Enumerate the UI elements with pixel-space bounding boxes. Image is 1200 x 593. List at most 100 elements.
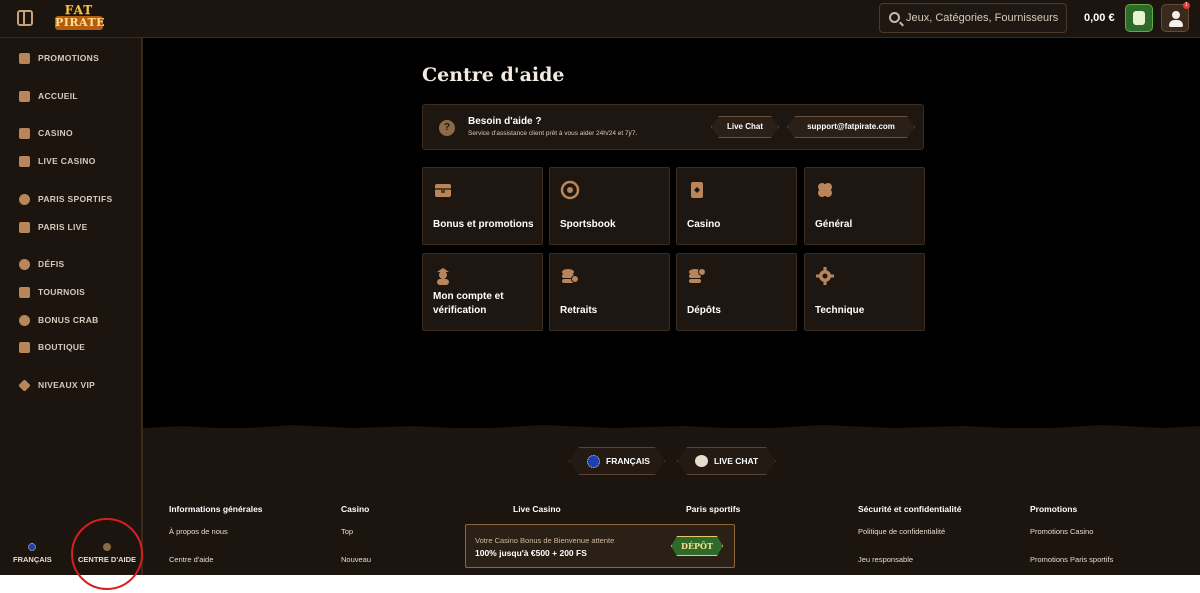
- highlight-circle-annotation: [71, 518, 143, 590]
- coins-out-icon: [562, 269, 579, 283]
- logo-text-top: FAT: [64, 3, 94, 17]
- ball-icon: [560, 180, 580, 200]
- category-card-withdrawals[interactable]: Retraits: [549, 253, 670, 331]
- language-label: FRANÇAIS: [13, 555, 52, 564]
- footer-link[interactable]: Centre d'aide: [169, 555, 213, 564]
- footer-col-title: Sécurité et confidentialité: [858, 504, 962, 514]
- footer-link[interactable]: Nouveau: [341, 555, 371, 564]
- eu-flag-icon: [28, 543, 37, 551]
- category-label: Général: [815, 219, 853, 230]
- footer-link[interactable]: Politique de confidentialité: [858, 527, 945, 536]
- promo-line-1: Votre Casino Bonus de Bienvenue attente: [475, 536, 615, 545]
- category-card-sportsbook[interactable]: Sportsbook: [549, 167, 670, 245]
- sidebar-item-tournois[interactable]: TOURNOIS: [0, 281, 141, 305]
- category-label: Technique: [815, 305, 865, 316]
- footer-live-chat-label: LIVE CHAT: [714, 456, 759, 466]
- sidebar-item-boutique[interactable]: BOUTIQUE: [0, 336, 141, 360]
- help-banner-title: Besoin d'aide ?: [468, 116, 542, 127]
- sidebar-item-defis[interactable]: DÉFIS: [0, 253, 141, 277]
- category-card-technical[interactable]: Technique: [804, 253, 925, 331]
- footer-link[interactable]: À propos de nous: [169, 527, 228, 536]
- footer-live-chat-button[interactable]: LIVE CHAT: [677, 447, 776, 475]
- footer-link[interactable]: Promotions Paris sportifs: [1030, 555, 1113, 564]
- app-window: FAT PIRATE Jeux, Catégories, Fournisseur…: [0, 0, 1200, 575]
- sidebar-item-label: PARIS SPORTIFS: [38, 194, 113, 204]
- category-label: Dépôts: [687, 305, 721, 316]
- category-card-account[interactable]: Mon compte et vérification: [422, 253, 543, 331]
- sidebar-item-paris-live[interactable]: PARIS LIVE: [0, 216, 141, 240]
- sidebar-item-label: BOUTIQUE: [38, 342, 86, 352]
- trophy-icon: [19, 287, 30, 298]
- top-header: FAT PIRATE Jeux, Catégories, Fournisseur…: [0, 0, 1200, 38]
- chest-icon: [435, 184, 451, 197]
- live-casino-icon: [19, 156, 30, 167]
- sidebar-item-bonus-crab[interactable]: BONUS CRAB: [0, 309, 141, 333]
- category-label: Casino: [687, 219, 721, 230]
- sidebar-item-niveaux-vip[interactable]: NIVEAUX VIP: [0, 374, 141, 398]
- footer-language-button[interactable]: FRANÇAIS: [569, 447, 665, 475]
- search-icon: [889, 12, 900, 23]
- wallet-button[interactable]: [1125, 4, 1153, 32]
- notification-badge: 1: [1183, 2, 1190, 9]
- diamond-icon: [18, 379, 31, 392]
- page-title: Centre d'aide: [422, 64, 565, 86]
- help-banner: ? Besoin d'aide ? Service d'assistance c…: [422, 104, 924, 150]
- main-content: Centre d'aide ? Besoin d'aide ? Service …: [143, 38, 1200, 575]
- language-switch[interactable]: FRANÇAIS: [13, 543, 52, 564]
- sidebar: PROMOTIONS ACCUEIL CASINO LIVE CASINO PA…: [0, 38, 143, 575]
- category-label: Mon compte et vérification: [433, 291, 504, 316]
- category-label: Bonus et promotions: [433, 219, 534, 230]
- sidebar-item-live-casino[interactable]: LIVE CASINO: [0, 150, 141, 174]
- shop-icon: [19, 342, 30, 353]
- category-card-bonus[interactable]: Bonus et promotions: [422, 167, 543, 245]
- fat-pirate-logo[interactable]: FAT PIRATE: [55, 3, 106, 32]
- sidebar-item-label: CASINO: [38, 128, 73, 138]
- support-email-button[interactable]: support@fatpirate.com: [787, 116, 915, 138]
- sidebar-item-paris-sportifs[interactable]: PARIS SPORTIFS: [0, 188, 141, 212]
- live-chat-button[interactable]: Live Chat: [711, 116, 779, 138]
- balance-display: 0,00 €: [1084, 12, 1115, 24]
- sidebar-item-promotions[interactable]: PROMOTIONS: [0, 47, 141, 71]
- eu-flag-icon: [587, 455, 600, 468]
- footer-col-title: Promotions: [1030, 504, 1078, 514]
- footer-link[interactable]: Jeu responsable: [858, 555, 913, 564]
- footer-col-title: Informations générales: [169, 504, 263, 514]
- logo-text-bottom: PIRATE: [55, 16, 106, 30]
- promo-line-2: 100% jusqu'à €500 + 200 FS: [475, 548, 587, 558]
- crab-icon: [19, 315, 30, 326]
- sidebar-item-label: PARIS LIVE: [38, 222, 88, 232]
- question-icon: ?: [439, 120, 455, 136]
- sidebar-item-casino[interactable]: CASINO: [0, 122, 141, 146]
- sidebar-item-accueil[interactable]: ACCUEIL: [0, 85, 141, 109]
- footer-language-label: FRANÇAIS: [606, 456, 650, 466]
- help-banner-subtitle: Service d'assistance client prêt à vous …: [468, 130, 638, 137]
- pirate-icon: [437, 268, 449, 285]
- deposit-button[interactable]: DÉPÔT: [671, 536, 723, 556]
- clover-icon: [818, 183, 832, 197]
- sidebar-item-label: ACCUEIL: [38, 91, 78, 101]
- medal-icon: [19, 259, 30, 270]
- sidebar-toggle-icon[interactable]: [17, 10, 33, 26]
- football-icon: [19, 194, 30, 205]
- sidebar-item-label: LIVE CASINO: [38, 156, 96, 166]
- category-card-deposits[interactable]: Dépôts: [676, 253, 797, 331]
- footer-col-title: Casino: [341, 504, 370, 514]
- live-icon: [19, 222, 30, 233]
- category-label: Retraits: [560, 305, 598, 316]
- gear-icon: [816, 267, 834, 285]
- search-input[interactable]: Jeux, Catégories, Fournisseurs: [879, 3, 1067, 33]
- category-card-general[interactable]: Général: [804, 167, 925, 245]
- sidebar-item-label: TOURNOIS: [38, 287, 86, 297]
- sidebar-item-label: BONUS CRAB: [38, 315, 99, 325]
- home-icon: [19, 91, 30, 102]
- sidebar-item-label: DÉFIS: [38, 259, 65, 269]
- category-label: Sportsbook: [560, 219, 616, 230]
- footer-link[interactable]: Top: [341, 527, 353, 536]
- casino-icon: [19, 128, 30, 139]
- footer-link[interactable]: Promotions Casino: [1030, 527, 1093, 536]
- gift-icon: [19, 53, 30, 64]
- search-placeholder: Jeux, Catégories, Fournisseurs: [906, 12, 1059, 24]
- welcome-bonus-promo: Votre Casino Bonus de Bienvenue attente …: [465, 524, 735, 568]
- category-card-casino[interactable]: Casino: [676, 167, 797, 245]
- footer-col-title: Live Casino: [513, 504, 561, 514]
